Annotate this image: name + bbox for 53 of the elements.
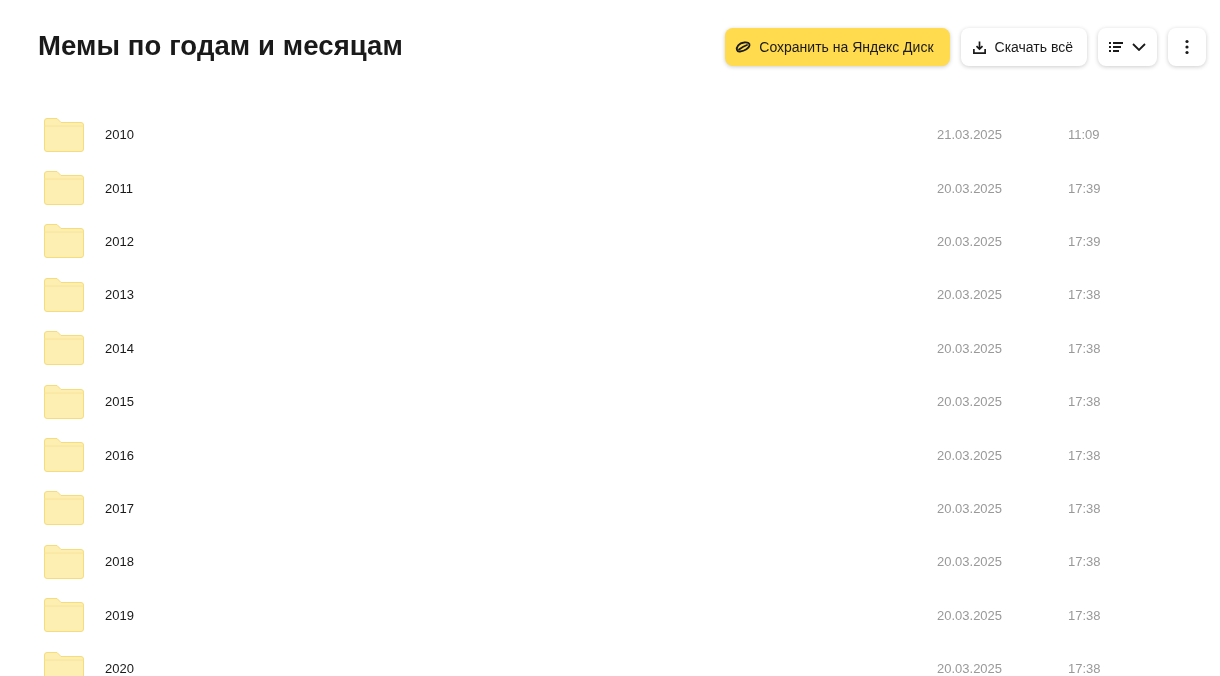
download-icon	[971, 39, 987, 55]
folder-name[interactable]: 2012	[105, 233, 225, 249]
folder-name[interactable]: 2016	[105, 447, 225, 463]
modified-date: 21.03.2025	[937, 127, 1004, 143]
folder-name[interactable]: 2013	[105, 287, 225, 303]
modified-time: 17:38	[1068, 394, 1101, 410]
download-button[interactable]: Скачать всё	[960, 28, 1087, 66]
modified-time: 17:39	[1068, 180, 1101, 196]
folder-icon	[43, 383, 85, 420]
folder-name[interactable]: 2011	[105, 180, 225, 196]
folder-icon	[43, 650, 85, 676]
modified-time: 17:38	[1068, 554, 1101, 570]
modified-time: 17:39	[1068, 233, 1101, 249]
modified-time: 17:38	[1068, 607, 1101, 623]
modified-date: 20.03.2025	[937, 607, 1004, 623]
folder-name[interactable]: 2020	[105, 661, 225, 676]
modified-date: 20.03.2025	[937, 233, 1004, 249]
folder-name[interactable]: 2019	[105, 607, 225, 623]
modified-time: 17:38	[1068, 287, 1101, 303]
folder-icon	[43, 116, 85, 153]
folder-icon	[43, 490, 85, 527]
modified-date: 20.03.2025	[937, 180, 1004, 196]
modified-date: 20.03.2025	[937, 394, 1004, 410]
folder-name[interactable]: 2014	[105, 340, 225, 356]
modified-date: 20.03.2025	[937, 340, 1004, 356]
folder-name[interactable]: 2018	[105, 554, 225, 570]
folder-name[interactable]: 2017	[105, 500, 225, 516]
modified-date: 20.03.2025	[937, 287, 1004, 303]
list-icon	[1109, 41, 1123, 53]
modified-date: 20.03.2025	[937, 661, 1004, 676]
folder-icon	[43, 170, 85, 207]
modified-time: 11:09	[1068, 127, 1100, 143]
modified-time: 17:38	[1068, 661, 1101, 676]
more-icon	[1185, 39, 1189, 55]
disk-logo-icon	[735, 41, 752, 53]
folder-icon	[43, 543, 85, 580]
folder-name[interactable]: 2010	[105, 127, 225, 143]
modified-time: 17:38	[1068, 500, 1101, 516]
folder-icon	[43, 276, 85, 313]
folder-icon	[43, 597, 85, 634]
modified-date: 20.03.2025	[937, 447, 1004, 463]
folder-icon	[43, 437, 85, 474]
view-mode-button[interactable]	[1098, 28, 1157, 66]
save-button[interactable]: Сохранить на Яндекс Диск	[725, 28, 950, 66]
modified-date: 20.03.2025	[937, 554, 1004, 570]
folder-icon	[43, 330, 85, 367]
chevron-down-icon	[1132, 43, 1146, 51]
folder-icon	[43, 223, 85, 260]
modified-time: 17:38	[1068, 340, 1101, 356]
modified-date: 20.03.2025	[937, 500, 1004, 516]
modified-time: 17:38	[1068, 447, 1101, 463]
folder-name[interactable]: 2015	[105, 394, 225, 410]
page-title: Мемы по годам и месяцам	[38, 30, 403, 62]
